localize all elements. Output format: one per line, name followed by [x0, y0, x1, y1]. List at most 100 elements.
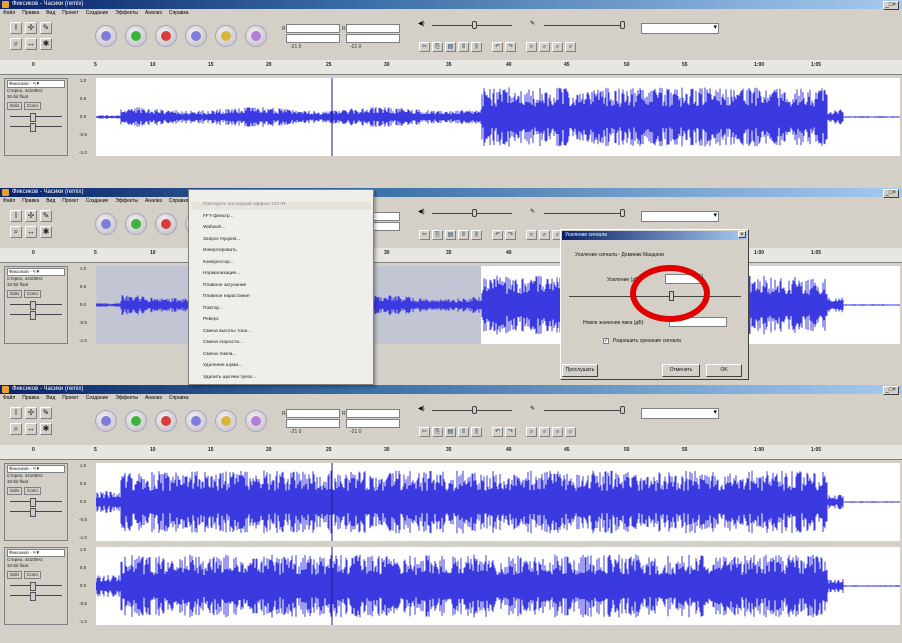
trim-icon[interactable]: ⫴ [458, 427, 469, 437]
redo-icon[interactable]: ↷ [505, 42, 516, 52]
menu-item[interactable]: Файл [3, 10, 15, 16]
menu-item[interactable]: Анализ [145, 10, 162, 16]
record-button[interactable] [155, 213, 177, 235]
menu-item[interactable]: Вид [46, 395, 55, 401]
fit-project-icon[interactable]: ⌕ [565, 42, 576, 52]
track-name-dropdown[interactable]: Фиксиков - Ч▼ [7, 268, 65, 276]
zoom-tool-icon[interactable]: ⌕ [10, 423, 22, 435]
pan-slider[interactable] [7, 123, 65, 132]
silence-icon[interactable]: ⫼ [471, 427, 482, 437]
slider-knob[interactable] [620, 406, 625, 414]
stop-button[interactable] [245, 410, 267, 432]
track-name-dropdown[interactable]: Фиксиков - Ч▼ [7, 549, 65, 557]
mute-button[interactable]: Соло [24, 487, 41, 495]
timeline-ruler[interactable]: 05101520253035404550551:001:05 [0, 445, 902, 460]
zoom-tool-icon[interactable]: ⌕ [10, 38, 22, 50]
input-device-combo[interactable] [641, 408, 719, 419]
waveform-view[interactable] [96, 547, 900, 625]
menu-item[interactable]: Файл [3, 198, 15, 204]
fit-selection-icon[interactable]: ⌕ [552, 427, 563, 437]
pause-button[interactable] [95, 25, 117, 47]
input-volume-slider[interactable]: ✎ [530, 405, 630, 415]
track-name-dropdown[interactable]: Фиксиков - Ч▼ [7, 80, 65, 88]
effects-menu-item[interactable]: Удалить щелчки треск... [203, 375, 256, 380]
skip-start-button[interactable] [185, 25, 207, 47]
cut-icon[interactable]: ✂ [419, 427, 430, 437]
cancel-button[interactable]: Отменить [662, 364, 700, 377]
audio-track-1[interactable]: Фиксиков - Ч▼ Стерео, 44100Hz 32-bit float… [0, 264, 902, 348]
solo-button[interactable]: Solo [7, 290, 23, 298]
input-device-combo[interactable] [641, 23, 719, 34]
effects-menu-item[interactable]: Запрос Nyquist... [203, 237, 240, 242]
multi-tool-icon[interactable]: ✱ [40, 38, 52, 50]
input-device-combo[interactable] [641, 211, 719, 222]
undo-icon[interactable]: ↶ [492, 427, 503, 437]
mute-button[interactable]: Соло [24, 290, 41, 298]
menu-item[interactable]: Проект [62, 10, 78, 16]
waveform-view[interactable] [96, 78, 900, 156]
slider-knob[interactable] [620, 21, 625, 29]
draw-tool-icon[interactable]: ✎ [40, 22, 52, 34]
allow-clipping-checkbox[interactable]: ✓ [603, 338, 609, 344]
effects-menu-item[interactable]: Смена высоты тона... [203, 329, 251, 334]
effects-menu-item[interactable]: Плавное затухание [203, 283, 246, 288]
zoom-in-icon[interactable]: ⌕ [526, 230, 537, 240]
silence-icon[interactable]: ⫼ [471, 230, 482, 240]
zoom-out-icon[interactable]: ⌕ [539, 230, 550, 240]
copy-icon[interactable]: ⎘ [432, 230, 443, 240]
record-button[interactable] [155, 410, 177, 432]
effects-menu-item[interactable]: Реверс [203, 317, 219, 322]
zoom-tool-icon[interactable]: ⌕ [10, 226, 22, 238]
gain-slider[interactable] [7, 113, 65, 122]
play-button[interactable] [125, 410, 147, 432]
trim-icon[interactable]: ⫴ [458, 230, 469, 240]
effects-menu-item[interactable]: Плавное нарастание [203, 294, 250, 299]
envelope-tool-icon[interactable]: ✢ [25, 407, 37, 419]
draw-tool-icon[interactable]: ✎ [40, 210, 52, 222]
menu-item[interactable]: Создание [86, 395, 109, 401]
menu-item[interactable]: Правка [22, 395, 39, 401]
multi-tool-icon[interactable]: ✱ [40, 226, 52, 238]
menu-item[interactable]: Справка [169, 395, 189, 401]
mute-button[interactable]: Соло [24, 571, 41, 579]
menu-item[interactable]: Справка [169, 198, 189, 204]
menu-item[interactable]: Справка [169, 10, 189, 16]
ok-button[interactable]: OK [706, 364, 742, 377]
slider-knob[interactable] [620, 209, 625, 217]
timeline-ruler[interactable]: 05101520253035404550551:001:05 [0, 60, 902, 75]
record-button[interactable] [155, 25, 177, 47]
effects-menu-item[interactable]: Нормализация... [203, 271, 240, 276]
zoom-out-icon[interactable]: ⌕ [539, 42, 550, 52]
timeline-ruler[interactable]: 05101520253035404550551:001:05 [0, 248, 902, 263]
track-name-dropdown[interactable]: Фиксиков - Ч▼ [7, 465, 65, 473]
output-volume-slider[interactable]: ◀) [418, 208, 518, 218]
timeshift-tool-icon[interactable]: ↔ [25, 423, 37, 435]
slider-knob[interactable] [472, 21, 477, 29]
undo-icon[interactable]: ↶ [492, 230, 503, 240]
zoom-in-icon[interactable]: ⌕ [526, 42, 537, 52]
repeat-last-effect-item[interactable]: Повторить последний эффект Ctrl+R [191, 202, 371, 210]
gain-slider[interactable] [7, 582, 65, 591]
copy-icon[interactable]: ⎘ [432, 427, 443, 437]
menu-item[interactable]: Правка [22, 10, 39, 16]
effects-menu-item[interactable]: Смена темпа... [203, 352, 236, 357]
audio-track-left[interactable]: Фиксиков - Ч▼ Стерео, 44100Hz 32-bit float… [0, 461, 902, 545]
menu-item[interactable]: Проект [62, 198, 78, 204]
timeshift-tool-icon[interactable]: ↔ [25, 226, 37, 238]
pan-slider[interactable] [7, 508, 65, 517]
zoom-out-icon[interactable]: ⌕ [539, 427, 550, 437]
menu-item[interactable]: Файл [3, 395, 15, 401]
menu-item[interactable]: Анализ [145, 198, 162, 204]
draw-tool-icon[interactable]: ✎ [40, 407, 52, 419]
paste-icon[interactable]: ▤ [445, 427, 456, 437]
menu-item[interactable]: Вид [46, 10, 55, 16]
solo-button[interactable]: Solo [7, 487, 23, 495]
envelope-tool-icon[interactable]: ✢ [25, 22, 37, 34]
menu-item[interactable]: Создание [86, 10, 109, 16]
selection-tool-icon[interactable]: I [10, 22, 22, 34]
timeshift-tool-icon[interactable]: ↔ [25, 38, 37, 50]
menu-item[interactable]: Создание [86, 198, 109, 204]
envelope-tool-icon[interactable]: ✢ [25, 210, 37, 222]
effects-menu-item[interactable]: Wahwah... [203, 225, 225, 230]
zoom-in-icon[interactable]: ⌕ [526, 427, 537, 437]
